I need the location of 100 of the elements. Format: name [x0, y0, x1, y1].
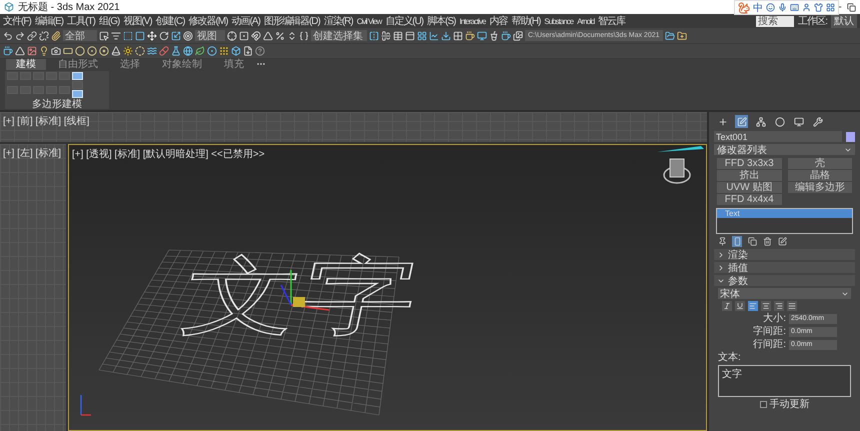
grid-icon[interactable] — [826, 3, 835, 12]
menu-item[interactable]: Substance — [544, 16, 574, 26]
perspective-viewport[interactable]: [+] [透视] [标准] [默认明暗处理] <<已禁用>> 文字 — [68, 144, 707, 431]
menu-item[interactable]: 智云库 — [598, 14, 626, 28]
ribbon-tab[interactable]: 对象绘制 — [152, 59, 212, 70]
cylinder-icon[interactable] — [135, 46, 145, 56]
monitor-icon[interactable] — [792, 115, 805, 128]
font-dropdown[interactable]: 宋体 — [718, 288, 851, 299]
torus-icon[interactable] — [99, 46, 109, 56]
schematic-icon[interactable] — [441, 30, 451, 40]
search-field[interactable]: 搜索 — [756, 16, 794, 26]
manipulate-icon[interactable] — [239, 30, 249, 40]
checkbox-label[interactable]: 手动更新 — [770, 399, 810, 410]
modifier-button[interactable]: 挤出 — [717, 170, 782, 181]
underline-icon[interactable] — [735, 301, 745, 311]
render-icon[interactable] — [489, 30, 499, 40]
pivot-icon[interactable] — [227, 30, 237, 40]
named-selection-icon[interactable] — [299, 30, 309, 40]
placement-icon[interactable] — [183, 30, 193, 40]
globe-icon[interactable] — [183, 46, 193, 56]
make-unique-icon[interactable] — [747, 236, 757, 247]
modifier-button[interactable]: FFD 4x4x4 — [717, 194, 782, 205]
scene-explorer-icon[interactable] — [405, 30, 415, 40]
material-editor-icon[interactable] — [453, 30, 463, 40]
menu-item[interactable]: Civil View — [356, 16, 382, 26]
object-color-swatch[interactable] — [846, 132, 855, 142]
left-viewport[interactable]: [+] [左] [标准] — [0, 144, 68, 431]
mirror-icon[interactable] — [369, 30, 379, 40]
checkbox[interactable] — [760, 401, 766, 408]
render-setup-icon[interactable] — [465, 30, 475, 40]
menu-item[interactable]: 视图(V) — [123, 14, 152, 28]
rotate-icon[interactable] — [159, 30, 169, 40]
bind-icon[interactable] — [51, 30, 61, 40]
cube-icon[interactable] — [231, 46, 241, 56]
align-right-icon[interactable] — [774, 301, 784, 311]
front-viewport[interactable]: [+] [前] [标准] [线框] — [0, 112, 707, 144]
hierarchy-icon[interactable] — [754, 115, 767, 128]
undo-icon[interactable] — [3, 30, 13, 40]
restore-icon[interactable] — [847, 2, 856, 12]
plane-icon[interactable] — [15, 46, 25, 56]
import-icon[interactable] — [243, 46, 253, 56]
menu-item[interactable]: 渲染(R) — [324, 14, 353, 28]
angle-snap-icon[interactable] — [263, 30, 273, 40]
ball-icon[interactable] — [207, 46, 217, 56]
ribbon-tab[interactable]: 建模 — [6, 59, 46, 70]
ellipse-icon[interactable] — [773, 115, 786, 128]
move-icon[interactable] — [147, 30, 157, 40]
selection-set-dropdown[interactable]: 创建选择集 — [311, 30, 367, 41]
sun-icon[interactable] — [123, 46, 133, 56]
render-gallery-icon[interactable] — [513, 30, 523, 40]
object-name-field[interactable]: Text001 — [714, 131, 842, 142]
ribbon-tab[interactable]: 选择 — [110, 59, 150, 70]
rendered-frame-icon[interactable] — [477, 30, 487, 40]
menu-item[interactable]: 帮助(H) — [511, 14, 540, 28]
environment-icon[interactable] — [27, 46, 37, 56]
menu-item[interactable]: 脚本(S) — [427, 14, 456, 28]
menu-item[interactable]: 文件(F) — [3, 14, 31, 28]
help-icon[interactable] — [255, 46, 265, 56]
menu-item[interactable]: 内容 — [489, 14, 508, 28]
workspace-dropdown[interactable]: 默认 — [831, 14, 857, 28]
rollout-header[interactable]: 参数 — [714, 275, 855, 286]
light-icon[interactable] — [39, 46, 49, 56]
ribbon-tab[interactable]: 自由形式 — [48, 59, 108, 70]
plant-icon[interactable] — [195, 46, 205, 56]
keyboard-icon[interactable] — [790, 3, 799, 12]
user-icon[interactable] — [802, 3, 811, 12]
emoji-icon[interactable] — [766, 3, 775, 12]
3d-text-object[interactable]: 文字 — [174, 248, 427, 346]
percent-snap-icon[interactable] — [275, 30, 285, 40]
mic-icon[interactable] — [778, 3, 787, 12]
layer-explorer-icon[interactable] — [393, 30, 403, 40]
configure-icon[interactable] — [777, 236, 787, 247]
particles-icon[interactable] — [219, 46, 229, 56]
box-icon[interactable] — [63, 46, 73, 56]
toggle-ribbon-icon[interactable] — [417, 30, 427, 40]
spinner-snap-icon[interactable] — [287, 30, 297, 40]
text-input-area[interactable]: 文字 — [718, 365, 851, 397]
ribbon-panel-label[interactable]: 多边形建模 — [7, 99, 107, 110]
rollout-header[interactable]: 插值 — [714, 262, 855, 273]
ribbon-icon[interactable] — [147, 46, 157, 56]
wrench-icon[interactable] — [811, 115, 824, 128]
menu-item[interactable]: 动画(A) — [232, 14, 260, 28]
menu-item[interactable]: 组(G) — [98, 14, 120, 28]
menu-item[interactable]: 自定义(U) — [385, 14, 424, 28]
menu-item[interactable]: Interactive — [459, 16, 486, 26]
align-icon[interactable] — [381, 30, 391, 40]
modifier-button[interactable]: 晶格 — [788, 170, 852, 181]
reference-coord-dropdown[interactable]: 视图 — [195, 30, 225, 41]
project-icon[interactable] — [664, 30, 674, 40]
render-cloud-icon[interactable] — [501, 30, 511, 40]
dome-icon[interactable] — [75, 46, 85, 56]
region-select-icon[interactable] — [123, 30, 133, 40]
modifier-button[interactable]: 编辑多边形 — [788, 182, 852, 193]
teapot-icon[interactable] — [3, 46, 13, 56]
sphere-icon[interactable] — [87, 46, 97, 56]
redo-icon[interactable] — [15, 30, 25, 40]
scale-icon[interactable] — [171, 30, 181, 40]
modifier-list-dropdown[interactable]: 修改器列表 — [714, 144, 855, 155]
cone-icon[interactable] — [111, 46, 121, 56]
window-crossing-icon[interactable] — [135, 30, 145, 40]
